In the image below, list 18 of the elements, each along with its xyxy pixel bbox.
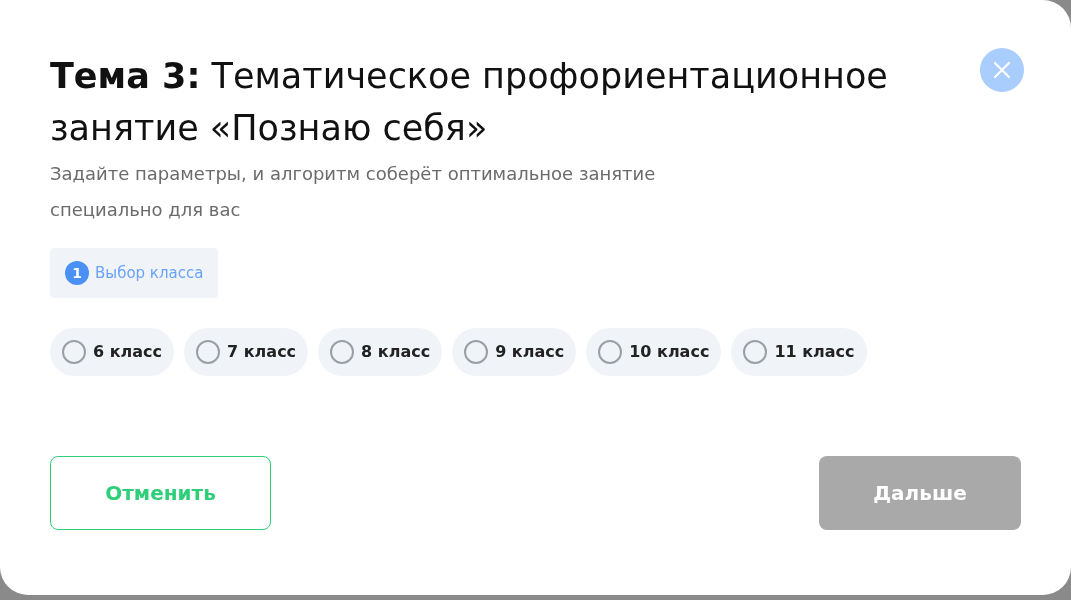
grade-option[interactable]: 9 класс xyxy=(452,328,577,376)
radio-icon xyxy=(330,340,355,364)
radio-icon xyxy=(598,340,623,364)
radio-icon xyxy=(464,340,489,364)
grade-option[interactable]: 8 класс xyxy=(318,328,443,376)
dialog-title: Тема 3: Тематическое профориентационное занятие «Познаю себя» xyxy=(50,55,889,150)
grade-option[interactable]: 10 класс xyxy=(586,328,722,376)
radio-icon xyxy=(743,340,768,364)
close-icon xyxy=(993,61,1011,79)
step-label: Выбор класса xyxy=(95,262,204,284)
radio-icon xyxy=(196,340,221,364)
radio-icon xyxy=(62,340,86,364)
grade-option[interactable]: 11 класс xyxy=(731,328,867,376)
dialog-subtitle: Задайте параметры, и алгоритм соберёт оптимальное занятие специально для вас xyxy=(50,162,657,222)
close-button[interactable] xyxy=(980,48,1024,92)
grade-option[interactable]: 6 класс xyxy=(50,328,175,376)
grade-option[interactable]: 7 класс xyxy=(184,328,309,376)
step-number: 1 xyxy=(65,261,89,285)
